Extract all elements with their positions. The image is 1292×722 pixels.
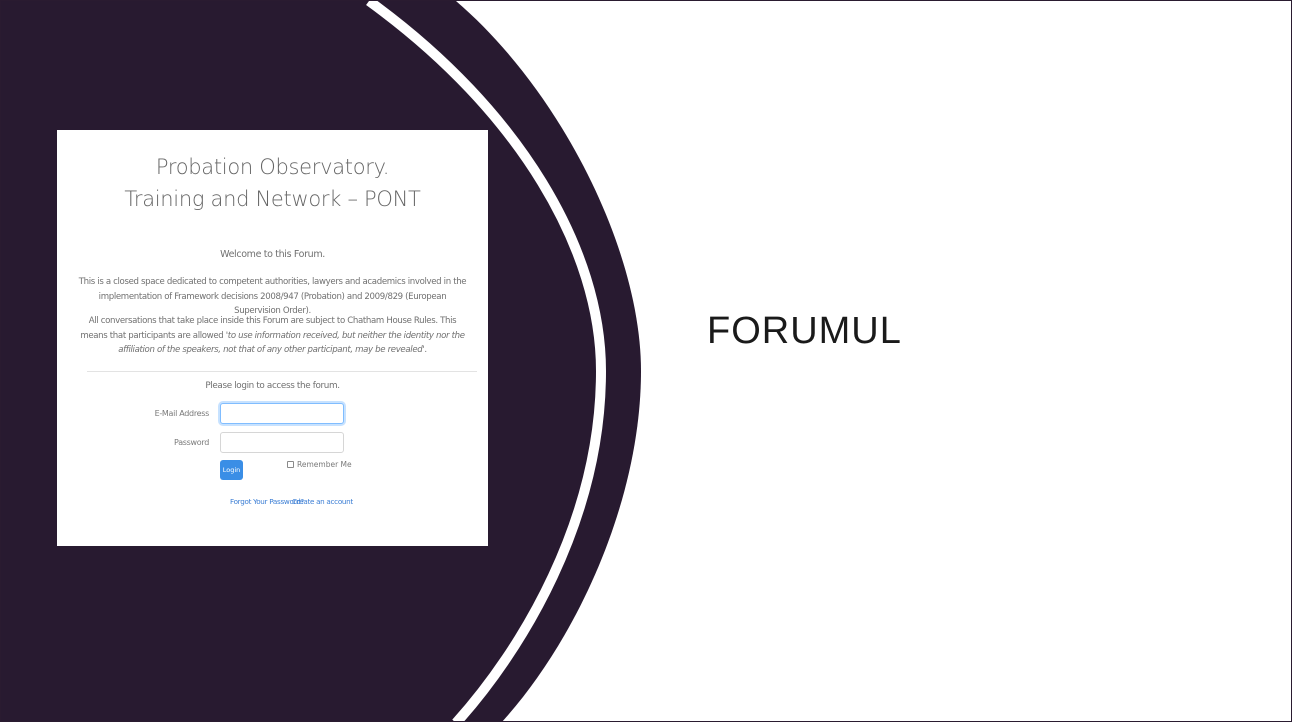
email-label: E-Mail Address <box>154 409 210 418</box>
welcome-text: Welcome to this Forum. <box>220 249 325 260</box>
rules-end-text: . <box>424 345 427 355</box>
login-button[interactable]: Login <box>220 460 243 480</box>
remember-me-label: Remember Me <box>297 460 352 469</box>
password-label: Password <box>174 438 209 447</box>
create-account-link[interactable]: Create an account <box>292 497 353 506</box>
divider <box>87 371 477 372</box>
login-screenshot-panel: Probation Observatory. Training and Netw… <box>57 130 488 546</box>
slide-title: FORUMUL <box>707 310 902 352</box>
intro-text: This is a closed space dedicated to comp… <box>78 277 467 316</box>
rules-text: All conversations that take place inside… <box>77 314 468 358</box>
login-prompt: Please login to access the forum. <box>205 381 340 391</box>
forum-title-line2: Training and Network – PONT <box>124 187 421 211</box>
remember-me-checkbox[interactable] <box>287 461 294 468</box>
slide: Probation Observatory. Training and Netw… <box>0 0 1292 722</box>
email-input[interactable] <box>220 403 344 424</box>
forum-title-line1: Probation Observatory. <box>155 155 390 179</box>
remember-me-control[interactable]: Remember Me <box>287 460 352 469</box>
password-input[interactable] <box>220 432 344 453</box>
